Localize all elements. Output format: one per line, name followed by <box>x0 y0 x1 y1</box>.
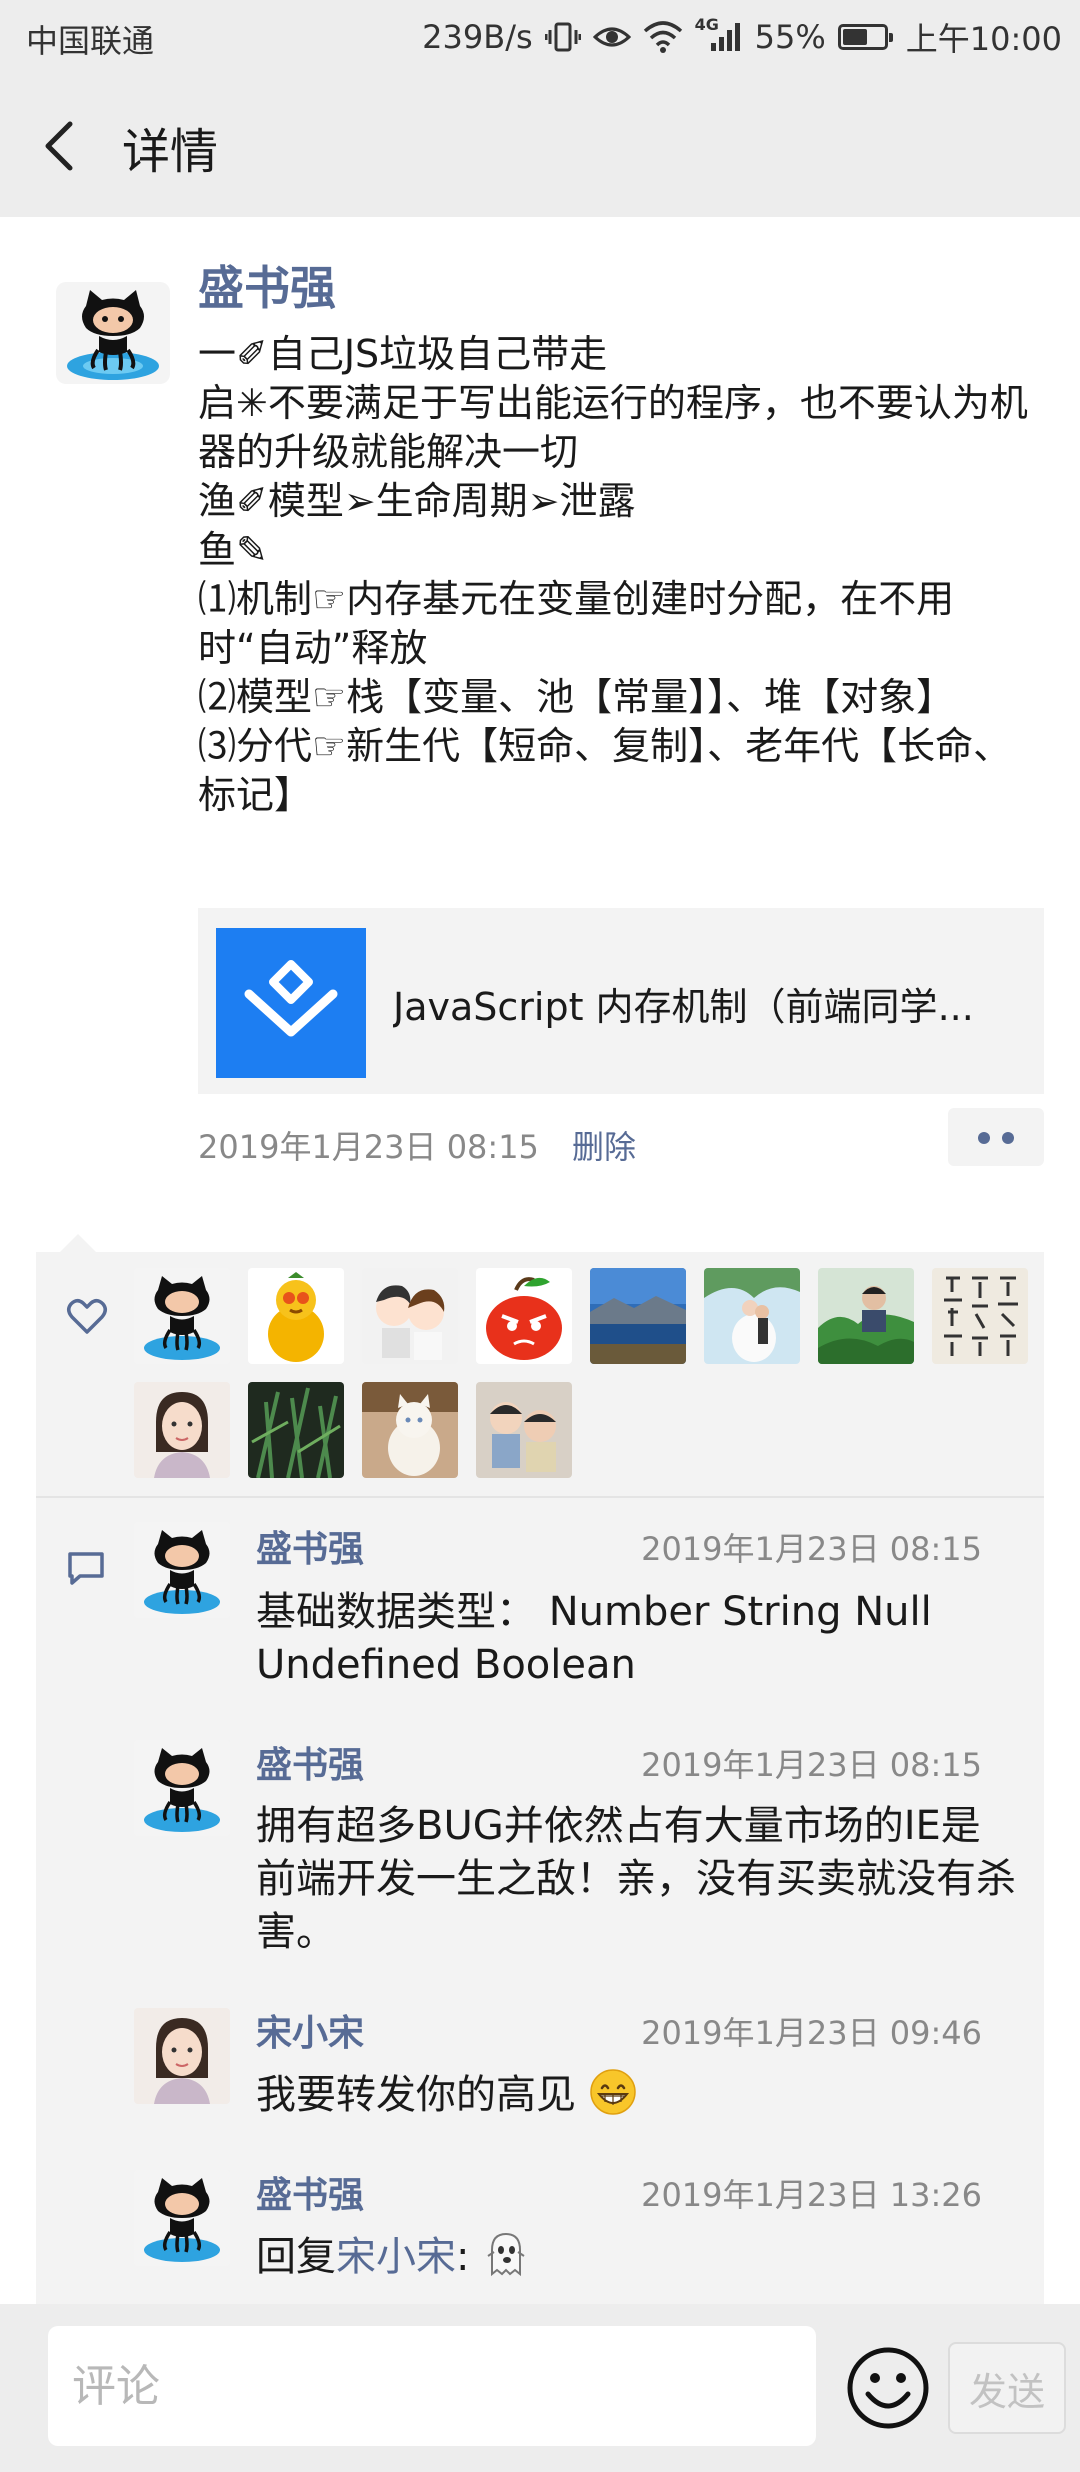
emoji-picker-icon[interactable] <box>846 2346 930 2430</box>
battery-percent: 55% <box>754 18 826 56</box>
ghost-emoji-icon <box>487 2232 525 2277</box>
comment-author[interactable]: 宋小宋 <box>256 2004 364 2056</box>
post-author-name[interactable]: 盛书强 <box>198 252 336 318</box>
heart-icon <box>67 1299 107 1334</box>
comment-text[interactable]: 基础数据类型： Number String Null Undefined Boo… <box>256 1586 1016 1692</box>
post-line: 渔✐模型➢生命周期➢泄露 <box>198 479 636 523</box>
comment-time: 2019年1月23日 08:15 <box>641 1530 982 1568</box>
commenter-avatar[interactable] <box>134 1522 230 1618</box>
comment-author[interactable]: 盛书强 <box>256 1736 364 1788</box>
commenter-avatar[interactable] <box>134 2008 230 2104</box>
comment-text-row[interactable]: 回复宋小宋: <box>256 2230 1016 2284</box>
link-title: JavaScript 内存机制（前端同学... <box>393 985 974 1029</box>
back-arrow-icon[interactable] <box>32 116 92 176</box>
comment-input-bar: 发送 <box>0 2304 1080 2472</box>
grinning-face-emoji-icon <box>589 2069 636 2115</box>
comment-input[interactable] <box>48 2326 816 2446</box>
comment-time: 2019年1月23日 08:15 <box>641 1746 982 1784</box>
reply-separator: : <box>456 2234 470 2280</box>
net-speed: 239B/s <box>422 18 533 56</box>
shared-link-card[interactable]: JavaScript 内存机制（前端同学... <box>198 908 1044 1094</box>
post-content: 一✐自己JS垃圾自己带走 启✳不要满足于写出能运行的程序，也不要认为机器的升级就… <box>198 330 1048 820</box>
comment-author[interactable]: 盛书强 <box>256 2166 364 2218</box>
liker-avatar[interactable] <box>818 1268 914 1364</box>
comment-text: 我要转发你的高见 <box>256 2072 576 2118</box>
reply-mention[interactable]: 宋小宋 <box>336 2234 456 2280</box>
liker-avatar[interactable] <box>134 1268 230 1364</box>
post-line: ⑴机制☞内存基元在变量创建时分配，在不用时“自动”释放 <box>198 577 955 670</box>
send-button[interactable]: 发送 <box>948 2342 1066 2434</box>
liker-avatar[interactable] <box>134 1382 230 1478</box>
panel-pointer <box>58 1234 98 1254</box>
comment-time: 2019年1月23日 09:46 <box>641 2014 982 2052</box>
liker-avatar[interactable] <box>590 1268 686 1364</box>
liker-avatar[interactable] <box>476 1268 572 1364</box>
post-line: 鱼✎ <box>198 528 268 572</box>
wifi-icon <box>643 21 682 53</box>
liker-avatar[interactable] <box>248 1382 344 1478</box>
comment-time: 2019年1月23日 13:26 <box>641 2176 982 2214</box>
more-actions-button[interactable] <box>948 1108 1044 1166</box>
more-dot-icon <box>1002 1132 1014 1144</box>
comment-author[interactable]: 盛书强 <box>256 1520 364 1572</box>
post-line: ⑶分代☞新生代【短命、复制】、老年代【长命、标记】 <box>198 724 1012 817</box>
link-thumbnail-icon <box>216 928 366 1078</box>
comment-icon <box>68 1552 104 1585</box>
carrier-label: 中国联通 <box>26 22 155 60</box>
eye-icon <box>592 27 631 47</box>
post-line: 一✐自己JS垃圾自己带走 <box>198 332 608 376</box>
battery-icon <box>837 24 893 50</box>
author-avatar[interactable] <box>56 282 170 384</box>
signal-icon: 4G <box>695 15 743 53</box>
status-bar: 中国联通 239B/s 4G 55% 上午10:00 <box>0 0 1080 72</box>
commenter-avatar[interactable] <box>134 1740 230 1836</box>
liker-avatar[interactable] <box>932 1268 1028 1364</box>
post-line: ⑵模型☞栈【变量、池【常量】】、堆【对象】 <box>198 675 955 719</box>
post-timestamp: 2019年1月23日 08:15 <box>198 1128 539 1166</box>
liker-avatar[interactable] <box>704 1268 800 1364</box>
reply-prefix: 回复 <box>256 2234 336 2280</box>
comment-text-row[interactable]: 我要转发你的高见 <box>256 2068 1016 2122</box>
post-line: 启✳不要满足于写出能运行的程序，也不要认为机器的升级就能解决一切 <box>198 381 1028 474</box>
title-bar: 详情 <box>0 72 1080 217</box>
panel-divider <box>36 1496 1044 1498</box>
delete-button[interactable]: 删除 <box>572 1122 636 1168</box>
clock: 上午10:00 <box>905 20 1062 58</box>
page-title: 详情 <box>122 124 219 180</box>
comment-text[interactable]: 拥有超多BUG并依然占有大量市场的IE是前端开发一生之敌！亲，没有买卖就没有杀害… <box>256 1800 1016 1959</box>
commenter-avatar[interactable] <box>134 2170 230 2266</box>
vibrate-icon <box>544 22 581 52</box>
more-dot-icon <box>978 1132 990 1144</box>
liker-avatar[interactable] <box>248 1268 344 1364</box>
status-icons: 239B/s 4G 55% 上午10:00 <box>422 14 1062 60</box>
liker-avatar[interactable] <box>362 1268 458 1364</box>
liker-avatar[interactable] <box>476 1382 572 1478</box>
liker-avatar[interactable] <box>362 1382 458 1478</box>
